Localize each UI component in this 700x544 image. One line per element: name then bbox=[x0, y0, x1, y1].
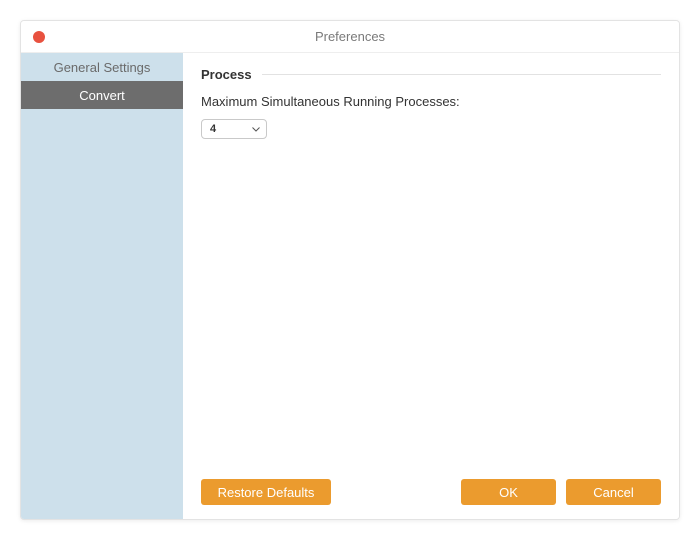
cancel-button[interactable]: Cancel bbox=[566, 479, 661, 505]
sidebar: General Settings Convert bbox=[21, 53, 183, 519]
sidebar-item-label: General Settings bbox=[54, 60, 151, 75]
window-body: General Settings Convert Process Maximum… bbox=[21, 53, 679, 519]
section-divider bbox=[262, 74, 661, 75]
chevron-down-icon bbox=[252, 127, 260, 132]
close-icon[interactable] bbox=[33, 31, 45, 43]
titlebar: Preferences bbox=[21, 21, 679, 53]
max-processes-dropdown[interactable]: 4 bbox=[201, 119, 267, 139]
max-processes-label: Maximum Simultaneous Running Processes: bbox=[201, 94, 661, 109]
sidebar-item-convert[interactable]: Convert bbox=[21, 81, 183, 109]
section-header: Process bbox=[201, 67, 661, 82]
window-controls bbox=[33, 31, 45, 43]
window-title: Preferences bbox=[315, 29, 385, 44]
section-title: Process bbox=[201, 67, 252, 82]
sidebar-item-general-settings[interactable]: General Settings bbox=[21, 53, 183, 81]
preferences-window: Preferences General Settings Convert Pro… bbox=[20, 20, 680, 520]
content-area bbox=[201, 139, 661, 471]
dropdown-value: 4 bbox=[210, 123, 216, 135]
ok-button[interactable]: OK bbox=[461, 479, 556, 505]
sidebar-item-label: Convert bbox=[79, 88, 125, 103]
restore-defaults-button[interactable]: Restore Defaults bbox=[201, 479, 331, 505]
main-panel: Process Maximum Simultaneous Running Pro… bbox=[183, 53, 679, 519]
button-row: Restore Defaults OK Cancel bbox=[201, 471, 661, 505]
